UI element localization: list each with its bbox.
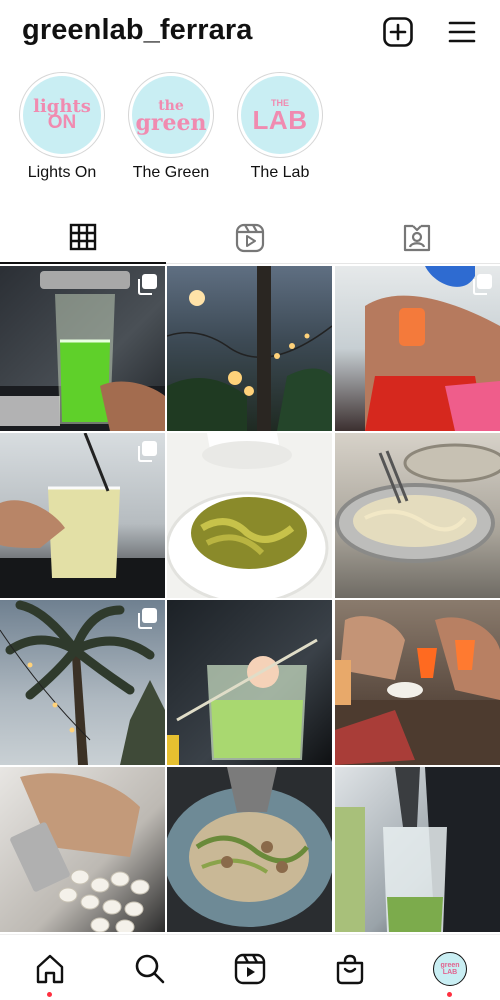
logo-text-bottom: green — [135, 110, 207, 136]
highlight-ring: THE LAB — [237, 72, 323, 158]
hamburger-icon — [448, 21, 476, 43]
multiple-photos-icon — [138, 608, 157, 629]
post-thumbnail[interactable] — [0, 767, 165, 932]
highlight-cover: the green — [132, 76, 210, 154]
highlight-ring: lights ON — [19, 72, 105, 158]
string-lights-photo — [167, 266, 332, 431]
reels-icon — [234, 953, 266, 985]
grid-icon — [69, 223, 97, 251]
post-thumbnail[interactable] — [0, 433, 165, 598]
tab-posts-grid[interactable] — [0, 212, 166, 264]
avatar-text-top: green — [440, 962, 460, 969]
friends-spritz-photo — [335, 616, 500, 765]
green-pasta-photo — [167, 433, 329, 598]
the-green-logo: the green — [136, 98, 207, 134]
pouring-cocktail-photo — [335, 767, 500, 932]
highlight-label: Lights On — [27, 164, 97, 181]
highlight-the-lab[interactable]: THE LAB The Lab — [230, 72, 330, 182]
nav-reels[interactable] — [230, 949, 270, 989]
post-thumbnail[interactable] — [167, 600, 332, 765]
tab-reels[interactable] — [167, 212, 333, 264]
highlight-cover: THE LAB — [241, 76, 319, 154]
logo-text-bottom: ON — [47, 112, 77, 133]
post-thumbnail[interactable] — [167, 767, 332, 932]
post-thumbnail[interactable] — [0, 266, 165, 431]
story-highlights: lights ON Lights On the green The Green … — [0, 72, 500, 192]
search-icon — [135, 954, 165, 984]
multiple-photos-icon — [138, 441, 157, 462]
the-lab-logo: THE LAB — [252, 98, 308, 135]
post-thumbnail[interactable] — [335, 767, 500, 932]
post-thumbnail[interactable] — [167, 266, 332, 431]
home-icon — [36, 954, 64, 984]
bottom-navigation: green LAB — [0, 934, 500, 1000]
reels-icon — [235, 223, 265, 253]
highlight-cover: lights ON — [23, 76, 101, 154]
tagged-icon — [403, 224, 431, 252]
highlight-lights-on[interactable]: lights ON Lights On — [12, 72, 112, 182]
highlight-label: The Lab — [250, 164, 310, 181]
post-thumbnail[interactable] — [335, 433, 500, 598]
post-thumbnail[interactable] — [0, 600, 165, 765]
multiple-photos-icon — [138, 274, 157, 295]
zucchini-pasta-photo — [167, 767, 332, 927]
highlight-label: The Green — [132, 164, 210, 181]
gnocchi-photo — [10, 773, 150, 932]
profile-username[interactable]: greenlab_ferrara — [22, 14, 253, 47]
green-drink-photo — [167, 638, 318, 765]
post-thumbnail[interactable] — [335, 600, 500, 765]
shop-icon — [336, 954, 364, 985]
lights-on-logo: lights ON — [33, 98, 91, 133]
nav-search[interactable] — [130, 949, 170, 989]
notification-dot — [47, 992, 52, 997]
profile-tabs — [0, 212, 500, 264]
notification-dot — [447, 992, 452, 997]
multiple-photos-icon — [473, 274, 492, 295]
post-thumbnail[interactable] — [335, 266, 500, 431]
post-thumbnail[interactable] — [167, 433, 332, 598]
nav-home[interactable] — [30, 949, 70, 997]
avatar-text-bottom: LAB — [442, 969, 458, 976]
nav-shop[interactable] — [330, 949, 370, 989]
highlight-ring: the green — [128, 72, 214, 158]
nav-profile[interactable]: green LAB — [430, 949, 470, 997]
new-post-button[interactable] — [382, 16, 414, 48]
plus-square-icon — [383, 17, 413, 47]
profile-avatar: green LAB — [433, 952, 467, 986]
spaghetti-pan-photo — [335, 443, 500, 563]
profile-header: greenlab_ferrara — [0, 0, 500, 66]
posts-grid — [0, 266, 500, 934]
tab-tagged[interactable] — [334, 212, 500, 264]
highlight-the-green[interactable]: the green The Green — [121, 72, 221, 182]
menu-button[interactable] — [446, 16, 478, 48]
logo-text-bottom: LAB — [252, 104, 308, 135]
